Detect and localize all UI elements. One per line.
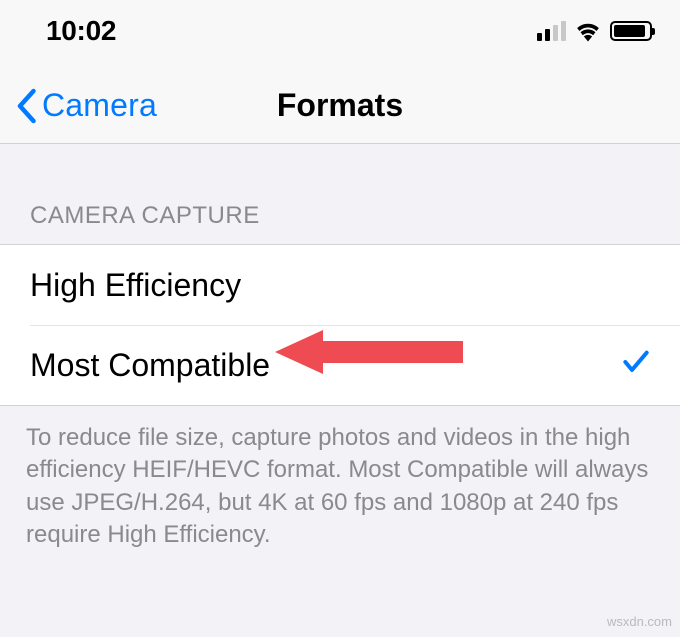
battery-icon (610, 21, 652, 41)
section-header: CAMERA CAPTURE (0, 144, 680, 244)
watermark: wsxdn.com (607, 614, 672, 629)
page-title: Formats (277, 87, 403, 124)
section-footer: To reduce file size, capture photos and … (0, 406, 680, 568)
cell-signal-icon (537, 21, 566, 41)
option-label: Most Compatible (30, 347, 270, 384)
status-icons (537, 20, 652, 42)
wifi-icon (574, 20, 602, 42)
checkmark-icon (620, 345, 652, 387)
back-button[interactable]: Camera (14, 87, 157, 124)
option-high-efficiency[interactable]: High Efficiency (0, 245, 680, 325)
option-label: High Efficiency (30, 267, 241, 304)
status-time: 10:02 (46, 15, 116, 47)
nav-header: Camera Formats (0, 54, 680, 144)
camera-capture-list: High Efficiency Most Compatible (0, 244, 680, 406)
status-bar: 10:02 (0, 0, 680, 54)
chevron-left-icon (14, 88, 38, 124)
back-label: Camera (42, 87, 157, 124)
option-most-compatible[interactable]: Most Compatible (30, 325, 680, 405)
